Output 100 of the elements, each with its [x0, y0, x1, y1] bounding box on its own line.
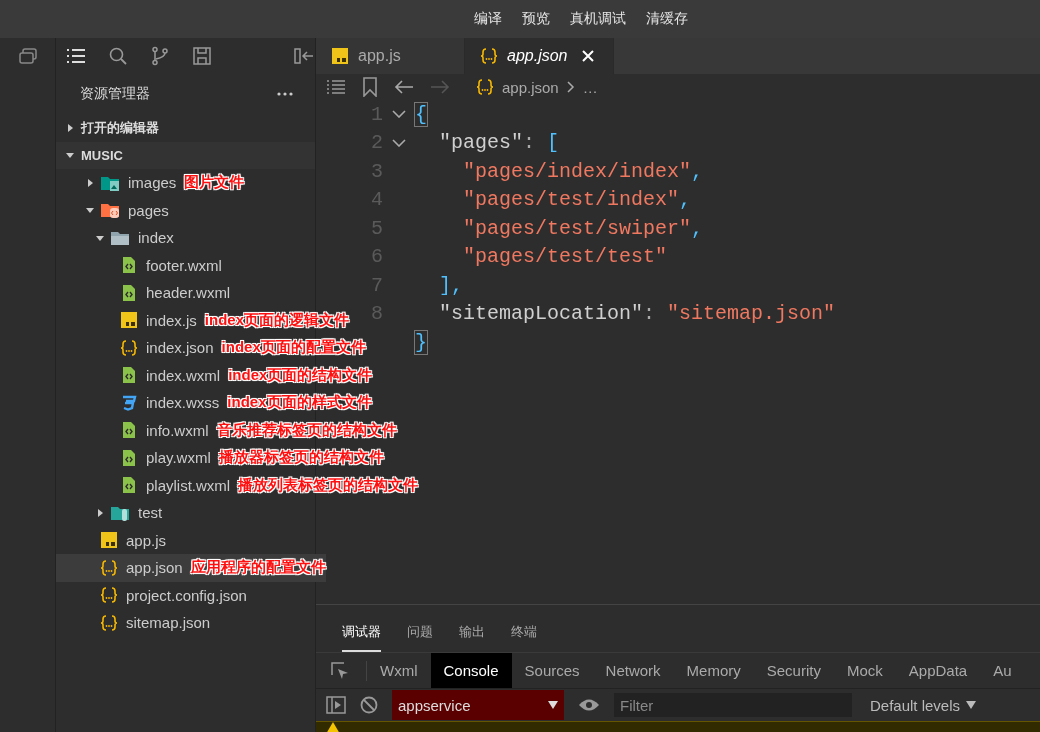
file-name: app.json [126, 559, 183, 577]
tree-row[interactable]: index.wxss index页面的样式文件 [56, 389, 372, 417]
fold-chevron-icon[interactable] [392, 110, 406, 119]
code-line: } [415, 330, 427, 354]
code-line: ], [438, 273, 463, 297]
tree-row[interactable]: index.json index页面的配置文件 [56, 334, 366, 362]
branch-icon[interactable] [150, 46, 170, 66]
tree-row[interactable]: play.wxml 播放器标签页的结构文件 [56, 444, 384, 472]
code-file-icon [120, 476, 138, 495]
outline-icon[interactable] [326, 79, 346, 95]
levels-dropdown[interactable]: Default levels [870, 696, 977, 714]
toolbar-button[interactable]: 真机调试 [570, 10, 626, 28]
tree-row[interactable]: index.wxml index页面的结构文件 [56, 361, 373, 389]
annotation-label: 音乐推荐标签页的结构文件 [216, 420, 397, 440]
tree-row[interactable]: project.config.json [56, 581, 315, 609]
tree-row[interactable]: index [56, 224, 315, 252]
windows-icon[interactable] [17, 47, 38, 65]
devtools-tab[interactable]: Security [753, 653, 834, 688]
code-line: "pages/test/test" [462, 245, 668, 269]
js-file-icon [120, 311, 138, 330]
braces-icon [100, 613, 118, 632]
panel-title: 资源管理器 [80, 85, 150, 103]
tree-row[interactable]: sitemap.json [56, 609, 315, 637]
tree-row[interactable]: test [56, 499, 315, 527]
braces-icon [100, 558, 118, 577]
folder-icon [100, 201, 120, 220]
code-file-icon [120, 421, 138, 440]
devtools-tab[interactable]: Console [430, 653, 512, 688]
editor-tab[interactable]: app.json [465, 38, 614, 74]
annotation-label: index页面的结构文件 [228, 365, 373, 385]
code-file-icon [120, 448, 138, 467]
toolbar-button[interactable]: 编译 [474, 10, 502, 28]
toolbar-button[interactable]: 清缓存 [646, 10, 688, 28]
breadcrumb-item[interactable]: app.json [502, 78, 559, 96]
annotation-label: index页面的样式文件 [227, 393, 372, 413]
file-name: sitemap.json [126, 614, 211, 632]
annotation-label: 应用程序的配置文件 [190, 558, 326, 578]
toolbar-button[interactable]: 预览 [522, 10, 550, 28]
tree-row[interactable]: playlist.wxml 播放列表标签页的结构文件 [56, 471, 419, 499]
search-icon[interactable] [108, 46, 128, 66]
tree-row[interactable]: app.json 应用程序的配置文件 [56, 554, 326, 582]
tree-row[interactable]: footer.wxml [56, 251, 315, 279]
collapse-panel-icon[interactable] [293, 46, 315, 66]
file-name: pages [128, 201, 169, 219]
code-line: "pages/test/index", [462, 188, 692, 212]
section-header[interactable]: MUSIC [56, 141, 315, 169]
more-icon[interactable] [277, 92, 293, 96]
tree-row[interactable]: index.js index页面的逻辑文件 [56, 306, 350, 334]
css-file-icon [120, 393, 138, 412]
file-name: index.wxss [146, 394, 220, 412]
tree-row[interactable]: header.wxml [56, 279, 315, 307]
devtools-tab[interactable]: Au [980, 653, 1025, 688]
devtools-tab[interactable]: Sources [511, 653, 593, 688]
panel-tab[interactable]: 输出 [459, 623, 485, 652]
tab-label: app.js [358, 47, 401, 65]
collapsed-arrow-icon[interactable] [65, 122, 75, 133]
caret-icon [966, 701, 977, 709]
eye-icon[interactable] [578, 698, 600, 712]
tree-row[interactable]: images 图片文件 [56, 169, 315, 197]
panel-tab[interactable]: 终端 [511, 623, 537, 652]
tree-row[interactable]: pages [56, 196, 315, 224]
devtools-tab[interactable]: Memory [673, 653, 754, 688]
annotation-label: 图片文件 [184, 173, 245, 193]
code-line: "pages/index/index", [462, 159, 704, 183]
js-file-icon [100, 531, 118, 550]
menu-icon[interactable] [66, 47, 86, 65]
collapsed-arrow-icon[interactable] [95, 507, 105, 518]
file-name: header.wxml [146, 284, 231, 302]
sidebar-toggle-icon[interactable] [326, 696, 346, 714]
file-name: footer.wxml [146, 256, 222, 274]
panel-tab[interactable]: 调试器 [342, 623, 381, 652]
section-header[interactable]: 打开的编辑器 [56, 114, 315, 142]
clear-icon[interactable] [360, 696, 378, 714]
devtools-tab[interactable]: Wxml [367, 653, 431, 688]
panel-tab[interactable]: 问题 [407, 623, 433, 652]
context-dropdown[interactable]: appservice [392, 690, 564, 720]
breadcrumb-item[interactable]: … [582, 78, 598, 96]
code-file-icon [120, 283, 138, 302]
code-line: "pages": [ [438, 131, 560, 155]
devtools-tab[interactable]: Mock [833, 653, 896, 688]
file-name: index.js [146, 311, 197, 329]
chevron-icon [566, 81, 575, 93]
devtools-tab[interactable]: AppData [895, 653, 981, 688]
close-icon[interactable] [581, 49, 595, 63]
filter-field[interactable]: Filter [614, 693, 852, 717]
code-file-icon [120, 256, 138, 275]
tree-row[interactable]: info.wxml 音乐推荐标签页的结构文件 [56, 416, 397, 444]
save-icon[interactable] [192, 46, 212, 66]
back-arrow-icon[interactable] [394, 79, 414, 95]
collapsed-arrow-icon[interactable] [85, 177, 95, 188]
annotation-label: index页面的逻辑文件 [204, 310, 350, 330]
fold-chevron-icon[interactable] [392, 138, 406, 147]
bookmark-icon[interactable] [362, 77, 378, 97]
file-name: playlist.wxml [146, 476, 231, 494]
devtools-tab[interactable]: Network [592, 653, 674, 688]
tree-row[interactable]: app.js [56, 526, 315, 554]
file-name: app.js [126, 531, 167, 549]
inspect-icon[interactable] [330, 660, 350, 681]
code-line: "sitemapLocation": "sitemap.json" [438, 302, 836, 326]
braces-icon [480, 47, 498, 65]
